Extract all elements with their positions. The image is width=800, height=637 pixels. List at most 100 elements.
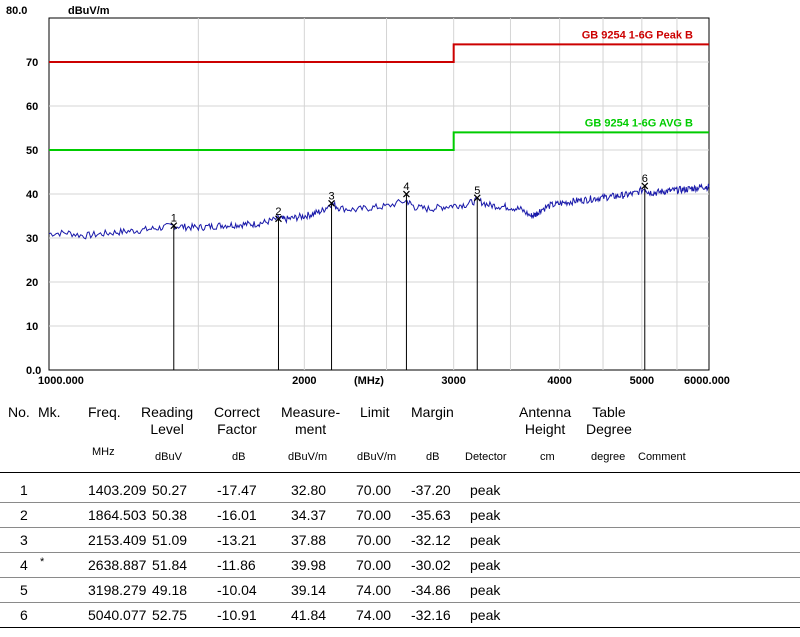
units-row: MHz dBuV dB dBuV/m dBuV/m dB Detector cm…: [0, 446, 800, 466]
unit-freq: MHz: [92, 446, 115, 458]
header-limit: Limit: [360, 404, 390, 420]
marker-label: 6: [642, 173, 648, 185]
cell-limit: 74.00: [356, 607, 392, 623]
cell-freq: 5040.077: [88, 607, 147, 623]
marker-label: 4: [403, 181, 409, 193]
cell-detector: peak: [470, 607, 501, 623]
unit-reading: dBuV: [155, 451, 182, 463]
unit-antenna: cm: [540, 451, 555, 463]
cell-reading: 51.09: [152, 532, 188, 548]
marker-label: 3: [328, 190, 334, 202]
x-tick-label: 5000: [630, 375, 654, 387]
cell-no: 1: [20, 482, 28, 498]
cell-detector: peak: [470, 532, 501, 548]
y-tick-label: 30: [26, 233, 38, 245]
header-measurement: Measure-ment: [281, 404, 341, 437]
y-max-label: 80.0: [6, 5, 27, 17]
unit-detector: Detector: [465, 451, 507, 463]
cell-reading: 50.27: [152, 482, 188, 498]
cell-reading: 52.75: [152, 607, 188, 623]
cell-correct: -17.47: [217, 482, 257, 498]
cell-measurement: 34.37: [291, 507, 327, 523]
table-row: 4 * 2638.887 51.84 -11.86 39.98 70.00 -30.02 pea…: [0, 553, 800, 578]
header-mk: Mk.: [38, 404, 61, 420]
y-tick-label: 60: [26, 101, 38, 113]
cell-freq: 2638.887: [88, 557, 147, 573]
cell-margin: -30.02: [411, 557, 451, 573]
cell-no: 6: [20, 607, 28, 623]
y-tick-label: 20: [26, 277, 38, 289]
x-tick-label: 6000.000: [684, 375, 730, 387]
cell-detector: peak: [470, 557, 501, 573]
cell-measurement: 39.98: [291, 557, 327, 573]
table-header: No. Mk. Freq. Reading Level Correct Factor…: [0, 400, 800, 446]
marker-label: 5: [474, 185, 480, 197]
emission-chart: 80.0 dBuV/m (MHz) 0.010203040506070 1000…: [6, 5, 730, 387]
y-tick-label: 50: [26, 145, 38, 157]
cell-correct: -10.04: [217, 582, 257, 598]
cell-reading: 50.38: [152, 507, 188, 523]
cell-detector: peak: [470, 507, 501, 523]
header-no: No.: [8, 404, 30, 420]
cell-reading: 51.84: [152, 557, 188, 573]
cell-limit: 70.00: [356, 557, 392, 573]
header-correct: Correct Factor: [214, 404, 260, 437]
cell-freq: 1864.503: [88, 507, 147, 523]
cell-margin: -35.63: [411, 507, 451, 523]
cell-measurement: 41.84: [291, 607, 327, 623]
table-body: 1 1403.209 50.27 -17.47 32.80 70.00 -37.20 peak…: [0, 478, 800, 628]
x-unit-label: (MHz): [354, 375, 384, 387]
cell-detector: peak: [470, 582, 501, 598]
unit-measurement: dBuV/m: [288, 451, 328, 463]
y-ticks: 0.010203040506070: [26, 57, 41, 377]
table-row: 5 3198.279 49.18 -10.04 39.14 74.00 -34.86 peak: [0, 578, 800, 603]
cell-mk: *: [40, 556, 45, 568]
header-reading: Reading Level: [141, 404, 194, 437]
cell-no: 3: [20, 532, 28, 548]
unit-correct: dB: [232, 451, 246, 463]
cell-margin: -34.86: [411, 582, 451, 598]
x-tick-label: 3000: [441, 375, 465, 387]
cell-reading: 49.18: [152, 582, 188, 598]
marker-label: 1: [171, 213, 177, 225]
cell-margin: -32.16: [411, 607, 451, 623]
header-margin: Margin: [411, 404, 454, 420]
header-separator: [0, 472, 800, 473]
cell-freq: 2153.409: [88, 532, 147, 548]
cell-correct: -13.21: [217, 532, 257, 548]
cell-margin: -37.20: [411, 482, 451, 498]
cell-measurement: 37.88: [291, 532, 327, 548]
y-unit-label: dBuV/m: [68, 5, 110, 17]
cell-freq: 1403.209: [88, 482, 147, 498]
results-table: No. Mk. Freq. Reading Level Correct Factor…: [0, 400, 800, 628]
cell-freq: 3198.279: [88, 582, 147, 598]
cell-no: 2: [20, 507, 28, 523]
cell-measurement: 32.80: [291, 482, 327, 498]
cell-limit: 70.00: [356, 532, 392, 548]
y-tick-label: 40: [26, 189, 38, 201]
cell-correct: -11.86: [217, 557, 256, 573]
unit-limit: dBuV/m: [357, 451, 397, 463]
limit-line-label: GB 9254 1-6G Peak B: [582, 29, 693, 41]
table-row: 1 1403.209 50.27 -17.47 32.80 70.00 -37.20 peak: [0, 478, 800, 503]
cell-limit: 74.00: [356, 582, 392, 598]
cell-limit: 70.00: [356, 507, 392, 523]
header-table-degree: Table Degree: [586, 404, 632, 437]
cell-limit: 70.00: [356, 482, 392, 498]
y-tick-label: 70: [26, 57, 38, 69]
marker-label: 2: [275, 206, 281, 218]
cell-detector: peak: [470, 482, 501, 498]
table-row: 3 2153.409 51.09 -13.21 37.88 70.00 -32.12 peak: [0, 528, 800, 553]
y-tick-label: 10: [26, 321, 38, 333]
limit-line-label: GB 9254 1-6G AVG B: [585, 117, 693, 129]
unit-comment: Comment: [638, 451, 686, 463]
unit-margin: dB: [426, 451, 440, 463]
cell-no: 5: [20, 582, 28, 598]
table-row: 2 1864.503 50.38 -16.01 34.37 70.00 -35.63 peak: [0, 503, 800, 528]
header-antenna: Antenna Height: [519, 404, 572, 437]
cell-no: 4: [20, 557, 28, 573]
x-ticks: 1000.000 2000 3000 4000 5000 6000.000: [38, 375, 730, 387]
cell-measurement: 39.14: [291, 582, 327, 598]
cell-margin: -32.12: [411, 532, 451, 548]
x-tick-label: 2000: [292, 375, 316, 387]
